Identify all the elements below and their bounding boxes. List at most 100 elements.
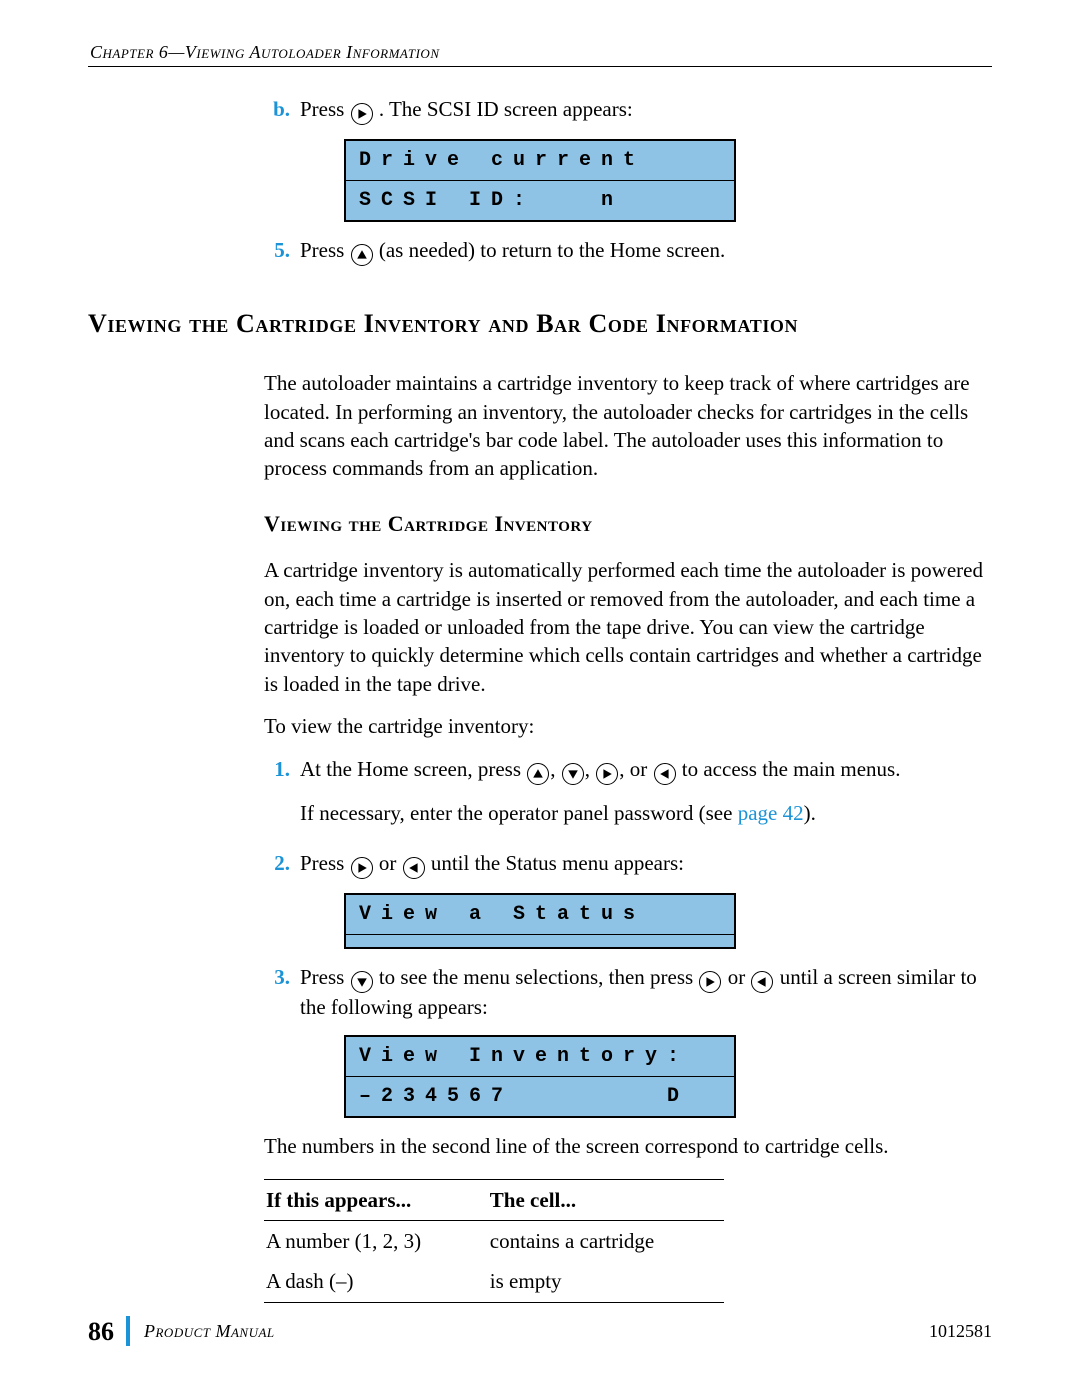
lcd-cell xyxy=(464,147,486,174)
section-title: Viewing the Cartridge Inventory and Bar … xyxy=(88,306,992,341)
footer-label: Product Manual xyxy=(144,1319,275,1343)
lcd-cell: 7 xyxy=(486,1083,508,1110)
lcd-cell xyxy=(684,187,706,214)
lcd-cell xyxy=(442,1043,464,1070)
after-step3: The numbers in the second line of the sc… xyxy=(264,1132,992,1160)
step-b-label: b. xyxy=(264,95,290,125)
lcd-cell xyxy=(662,147,684,174)
step5-post: (as needed) to return to the Home screen… xyxy=(379,238,725,262)
subsection-title: Viewing the Cartridge Inventory xyxy=(264,509,992,539)
s1-note: If necessary, enter the operator panel p… xyxy=(300,799,992,827)
lcd-cell: S xyxy=(354,187,376,214)
lcd-cell: n xyxy=(552,1043,574,1070)
lcd-cell: S xyxy=(508,901,530,928)
lcd-row xyxy=(346,935,734,947)
page-footer: 86 Product Manual 1012581 xyxy=(88,1314,992,1349)
lcd-cell: u xyxy=(508,147,530,174)
lcd-status: ViewaStatus xyxy=(344,893,736,949)
lcd-cell: v xyxy=(420,147,442,174)
up-arrow-icon xyxy=(527,763,549,785)
s1-pre: At the Home screen, press xyxy=(300,757,526,781)
right-arrow-icon xyxy=(699,971,721,993)
s3-pre: Press xyxy=(300,965,350,989)
lcd-cell xyxy=(640,901,662,928)
lcd-cell: S xyxy=(398,187,420,214)
legend-h1: If this appears... xyxy=(264,1179,488,1220)
s3-mid1: to see the menu selections, then press xyxy=(379,965,699,989)
s1-note-pre: If necessary, enter the operator panel p… xyxy=(300,801,738,825)
running-header: Chapter 6—Viewing Autoloader Information xyxy=(90,40,992,64)
step-b-post: . The SCSI ID screen appears: xyxy=(379,97,633,121)
lcd-cell xyxy=(662,187,684,214)
lcd-cell: e xyxy=(442,147,464,174)
lcd-row: –234567D xyxy=(346,1077,734,1116)
step-1: 1. At the Home screen, press , , , or to… xyxy=(264,755,992,841)
lcd-row: SCSIID:n xyxy=(346,181,734,220)
lcd-row: ViewInventory: xyxy=(346,1037,734,1076)
lcd-cell: t xyxy=(574,901,596,928)
page-number: 86 xyxy=(88,1314,114,1349)
lcd-cell xyxy=(596,1083,618,1110)
lcd-cell: : xyxy=(662,1043,684,1070)
lcd-cell xyxy=(684,147,706,174)
lcd-cell xyxy=(640,187,662,214)
step-3: 3. Press to see the menu selections, the… xyxy=(264,963,992,1021)
lcd-inventory: ViewInventory: –234567D xyxy=(344,1035,736,1118)
lcd-cell xyxy=(552,1083,574,1110)
legend-r2c2: is empty xyxy=(488,1261,724,1302)
right-arrow-icon xyxy=(596,763,618,785)
lcd-cell xyxy=(618,187,640,214)
lcd-cell: 4 xyxy=(420,1083,442,1110)
lcd-cell: n xyxy=(486,1043,508,1070)
lcd-cell: t xyxy=(618,147,640,174)
s2-pre: Press xyxy=(300,851,350,875)
s3-mid2: or xyxy=(728,965,751,989)
step-b-text: Press . The SCSI ID screen appears: xyxy=(300,95,992,125)
lcd-cell: e xyxy=(398,901,420,928)
step-b: b. Press . The SCSI ID screen appears: xyxy=(264,95,992,125)
s1-mid1: , xyxy=(550,757,561,781)
lcd-cell: n xyxy=(596,147,618,174)
lcd-cell: r xyxy=(376,147,398,174)
lcd-cell xyxy=(552,187,574,214)
lcd-cell: w xyxy=(420,1043,442,1070)
right-arrow-icon xyxy=(351,857,373,879)
lcd-cell: D xyxy=(662,1083,684,1110)
lcd-cell: i xyxy=(398,147,420,174)
left-arrow-icon xyxy=(403,857,425,879)
down-arrow-icon xyxy=(351,971,373,993)
lcd-cell: V xyxy=(354,901,376,928)
right-arrow-icon xyxy=(351,103,373,125)
lcd-row: ViewaStatus xyxy=(346,895,734,934)
step-5-number: 5. xyxy=(264,236,290,266)
lcd-cell xyxy=(684,901,706,928)
lcd-cell xyxy=(486,901,508,928)
legend-r2c1: A dash (–) xyxy=(264,1261,488,1302)
lcd-cell: – xyxy=(354,1083,376,1110)
lcd-cell: r xyxy=(552,147,574,174)
s2-post: until the Status menu appears: xyxy=(431,851,684,875)
left-arrow-icon xyxy=(654,763,676,785)
lcd-cell: r xyxy=(618,1043,640,1070)
lcd-cell: y xyxy=(640,1043,662,1070)
lcd-cell: n xyxy=(596,187,618,214)
section-intro: The autoloader maintains a cartridge inv… xyxy=(264,369,992,482)
lcd-cell: i xyxy=(376,901,398,928)
lcd-cell: a xyxy=(552,901,574,928)
lcd-cell xyxy=(442,901,464,928)
lcd-cell: v xyxy=(508,1043,530,1070)
lcd-cell: a xyxy=(464,901,486,928)
sub-p2: To view the cartridge inventory: xyxy=(264,712,992,740)
header-rule xyxy=(88,66,992,67)
legend-h2: The cell... xyxy=(488,1179,724,1220)
page-link-42[interactable]: page 42 xyxy=(738,801,804,825)
lcd-cell: 3 xyxy=(398,1083,420,1110)
left-arrow-icon xyxy=(751,971,773,993)
lcd-cell: 6 xyxy=(464,1083,486,1110)
s1-post: to access the main menus. xyxy=(682,757,901,781)
lcd-cell: D xyxy=(354,147,376,174)
lcd-cell xyxy=(640,147,662,174)
down-arrow-icon xyxy=(562,763,584,785)
lcd-cell xyxy=(508,1083,530,1110)
lcd-cell: u xyxy=(596,901,618,928)
